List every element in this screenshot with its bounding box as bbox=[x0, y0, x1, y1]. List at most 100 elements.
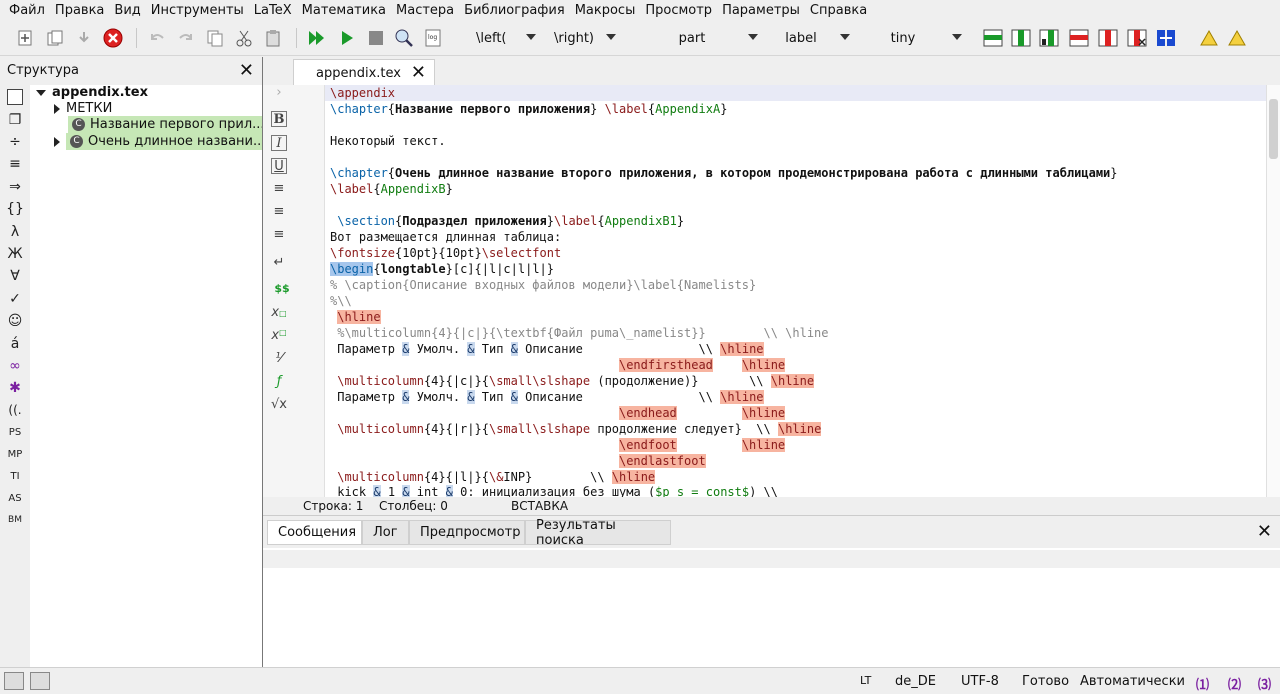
cut-icon[interactable] bbox=[233, 26, 255, 50]
tree-labels[interactable]: МЕТКИ bbox=[54, 101, 112, 116]
toggle-structure-icon[interactable] bbox=[4, 672, 24, 690]
warning-icon[interactable] bbox=[1198, 26, 1220, 50]
auto-mode-status[interactable]: Автоматически bbox=[1080, 674, 1185, 689]
menu-view[interactable]: Вид bbox=[109, 3, 145, 18]
close-icon[interactable]: ✕ bbox=[1257, 521, 1272, 542]
menu-options[interactable]: Параметры bbox=[717, 3, 805, 18]
language-selector[interactable]: de_DE bbox=[895, 674, 936, 689]
table-align-icon[interactable] bbox=[1155, 26, 1177, 50]
structure-combo[interactable]: part bbox=[640, 28, 758, 48]
tree-root[interactable]: appendix.tex bbox=[36, 85, 148, 100]
new-file-icon[interactable] bbox=[14, 26, 36, 50]
menu-file[interactable]: Файл bbox=[4, 3, 50, 18]
asymptote-icon[interactable]: AS bbox=[5, 493, 25, 511]
menu-latex[interactable]: LaTeX bbox=[249, 3, 297, 18]
sqrt-icon[interactable]: √x bbox=[271, 397, 287, 413]
close-document-icon[interactable] bbox=[102, 26, 124, 50]
menu-math[interactable]: Математика bbox=[297, 3, 391, 18]
bold-icon[interactable]: B bbox=[271, 111, 287, 127]
menu-tools[interactable]: Инструменты bbox=[146, 3, 249, 18]
align-center-icon[interactable]: ≡ bbox=[271, 204, 287, 220]
tab-search-results[interactable]: Результаты поиска bbox=[525, 518, 671, 548]
greek-icon[interactable]: λ bbox=[5, 224, 25, 242]
save-icon[interactable] bbox=[73, 26, 95, 50]
special-delims-icon[interactable]: ((. bbox=[5, 403, 25, 421]
align-left-icon[interactable]: ≡ bbox=[271, 181, 287, 197]
structure-view-icon[interactable] bbox=[5, 89, 25, 107]
arrows-icon[interactable]: ⇒ bbox=[5, 179, 25, 197]
superscript-icon[interactable]: x□ bbox=[271, 328, 287, 344]
fraction-icon[interactable]: ⅟ bbox=[271, 351, 287, 367]
operators-icon[interactable]: ÷ bbox=[5, 134, 25, 152]
menu-macros[interactable]: Макросы bbox=[570, 3, 641, 18]
table-add-row-icon[interactable] bbox=[982, 26, 1004, 50]
misc-math-icon[interactable]: ∀ bbox=[5, 268, 25, 286]
close-icon[interactable]: ✕ bbox=[239, 60, 254, 81]
copy-icon[interactable] bbox=[204, 26, 226, 50]
table-remove-column-icon[interactable] bbox=[1097, 26, 1119, 50]
tab-messages[interactable]: Сообщения bbox=[267, 520, 362, 545]
collapse-icon[interactable] bbox=[54, 136, 60, 147]
inline-math-icon[interactable]: $$ bbox=[271, 282, 293, 298]
delimiters-icon[interactable]: {} bbox=[5, 201, 25, 219]
table-add-column-icon[interactable] bbox=[1010, 26, 1032, 50]
paste-icon[interactable] bbox=[262, 26, 284, 50]
bookmark-1-icon[interactable]: ⑴ bbox=[1196, 674, 1209, 693]
relations-icon[interactable]: ≡ bbox=[5, 156, 25, 174]
infinity-icon[interactable]: ∞ bbox=[5, 358, 25, 376]
cyrillic-icon[interactable]: Ж bbox=[5, 246, 25, 264]
asterisk-icon[interactable]: ✱ bbox=[5, 380, 25, 398]
tree-chapter-1[interactable]: C Название первого прил... bbox=[68, 116, 269, 133]
smiley-icon[interactable]: ☺ bbox=[5, 313, 25, 331]
left-delimiter-combo[interactable]: \left( bbox=[476, 28, 536, 48]
log-icon[interactable]: log bbox=[422, 26, 444, 50]
stop-icon[interactable] bbox=[365, 26, 387, 50]
bookmarks-icon[interactable]: ❐ bbox=[5, 112, 25, 130]
accents-icon[interactable]: á bbox=[5, 336, 25, 354]
latex-mode-icon[interactable]: LT bbox=[860, 674, 871, 687]
menu-preview[interactable]: Просмотр bbox=[640, 3, 717, 18]
underline-icon[interactable]: U bbox=[271, 158, 287, 174]
menu-bibliography[interactable]: Библиография bbox=[459, 3, 570, 18]
expand-icon[interactable] bbox=[36, 89, 46, 96]
tree-chapter-2[interactable]: C Очень длинное названи... bbox=[54, 133, 270, 150]
menu-edit[interactable]: Правка bbox=[50, 3, 109, 18]
subscript-icon[interactable]: x□ bbox=[271, 305, 287, 321]
beamer-icon[interactable]: BM bbox=[5, 515, 25, 533]
tab-preview[interactable]: Предпросмотр bbox=[409, 520, 525, 545]
label-combo[interactable]: label bbox=[766, 28, 850, 48]
check-icon[interactable]: ✓ bbox=[5, 291, 25, 309]
metapost-icon[interactable]: MP bbox=[5, 449, 25, 467]
table-remove-row-icon[interactable] bbox=[1068, 26, 1090, 50]
tab-appendix[interactable]: appendix.tex ✕ bbox=[293, 59, 435, 86]
undo-icon[interactable] bbox=[146, 26, 168, 50]
right-delimiter-combo[interactable]: \right) bbox=[554, 28, 616, 48]
menu-wizards[interactable]: Мастера bbox=[391, 3, 459, 18]
tab-log[interactable]: Лог bbox=[362, 520, 409, 545]
table-insert-column-icon[interactable] bbox=[1038, 26, 1060, 50]
font-size-combo[interactable]: tiny bbox=[858, 28, 962, 48]
menu-help[interactable]: Справка bbox=[805, 3, 872, 18]
collapse-icon[interactable] bbox=[54, 103, 60, 114]
quick-build-icon[interactable] bbox=[306, 26, 328, 50]
toggle-messages-icon[interactable] bbox=[30, 672, 50, 690]
chevron-right-icon[interactable]: › bbox=[271, 85, 287, 101]
warning-next-icon[interactable] bbox=[1226, 26, 1248, 50]
bookmark-2-icon[interactable]: ⑵ bbox=[1228, 674, 1241, 693]
pstricks-icon[interactable]: PS bbox=[5, 427, 25, 445]
compile-icon[interactable] bbox=[336, 26, 358, 50]
align-right-icon[interactable]: ≡ bbox=[271, 227, 287, 243]
duplicate-icon[interactable] bbox=[44, 26, 66, 50]
italic-icon[interactable]: I bbox=[271, 135, 287, 151]
editor-scrollbar[interactable] bbox=[1266, 85, 1280, 497]
scrollbar-thumb[interactable] bbox=[1269, 99, 1278, 159]
code-editor[interactable]: \appendix \chapter{Название первого прил… bbox=[325, 85, 1266, 497]
close-tab-icon[interactable]: ✕ bbox=[411, 62, 426, 83]
view-icon[interactable] bbox=[393, 26, 415, 50]
bookmark-3-icon[interactable]: ⑶ bbox=[1258, 674, 1271, 693]
redo-icon[interactable] bbox=[175, 26, 197, 50]
encoding-selector[interactable]: UTF-8 bbox=[961, 674, 999, 689]
table-delete-column-icon[interactable] bbox=[1126, 26, 1148, 50]
newline-icon[interactable]: ↵ bbox=[271, 255, 287, 271]
tikz-icon[interactable]: TI bbox=[5, 471, 25, 489]
